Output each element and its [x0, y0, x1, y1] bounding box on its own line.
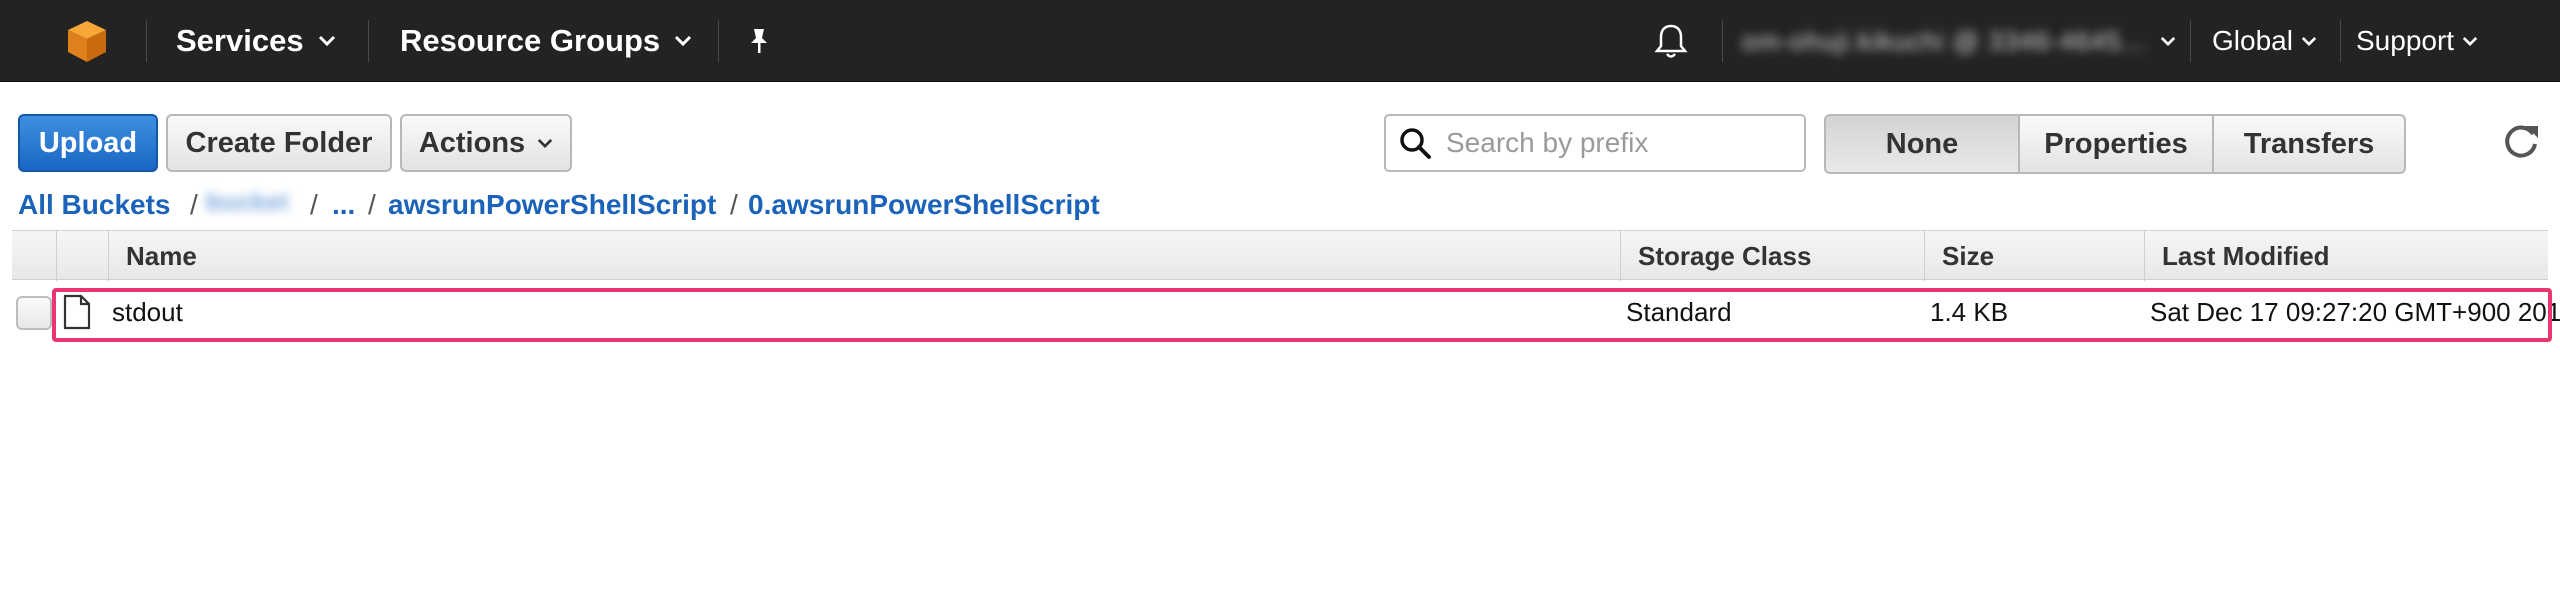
column-header-name[interactable]: Name	[126, 231, 197, 281]
account-menu[interactable]: om-ohuji.kikuchi @ 3346-4645...	[1742, 0, 2176, 82]
services-menu[interactable]: Services	[176, 0, 336, 82]
column-divider	[2144, 231, 2145, 281]
refresh-icon[interactable]	[2500, 120, 2542, 162]
chevron-down-icon	[675, 35, 692, 47]
breadcrumb-ellipsis[interactable]: ...	[332, 189, 355, 221]
column-divider	[56, 231, 57, 281]
account-label: om-ohuji.kikuchi @ 3346-4645...	[1742, 25, 2147, 56]
tab-none[interactable]: None	[1824, 114, 2020, 174]
aws-cube-logo-icon[interactable]	[64, 18, 110, 64]
tab-transfers[interactable]: Transfers	[2212, 114, 2406, 174]
column-divider	[108, 231, 109, 281]
actions-label: Actions	[418, 126, 526, 159]
pin-icon[interactable]	[744, 26, 774, 56]
services-label: Services	[176, 23, 304, 58]
support-menu[interactable]: Support	[2356, 0, 2478, 82]
breadcrumb-bucket[interactable]: bucket	[206, 189, 289, 217]
nav-divider	[2190, 20, 2191, 62]
nav-divider	[1722, 20, 1723, 62]
support-label: Support	[2356, 25, 2455, 56]
breadcrumb-separator: /	[368, 189, 376, 220]
region-menu[interactable]: Global	[2212, 0, 2317, 82]
breadcrumb-all-buckets[interactable]: All Buckets	[18, 189, 171, 221]
column-divider	[1924, 231, 1925, 281]
nav-divider	[368, 20, 369, 62]
nav-divider	[718, 20, 719, 62]
breadcrumb-separator: /	[190, 189, 198, 220]
search-box	[1384, 114, 1806, 172]
chevron-down-icon	[318, 35, 335, 47]
tab-properties[interactable]: Properties	[2018, 114, 2214, 174]
breadcrumb-folder[interactable]: awsrunPowerShellScript	[388, 189, 716, 221]
create-folder-button[interactable]: Create Folder	[166, 114, 392, 172]
column-header-size[interactable]: Size	[1942, 231, 1994, 281]
actions-button[interactable]: Actions	[400, 114, 572, 172]
resource-groups-menu[interactable]: Resource Groups	[400, 0, 692, 82]
nav-divider	[146, 20, 147, 62]
row-highlight-annotation	[52, 288, 2552, 342]
upload-button[interactable]: Upload	[18, 114, 158, 172]
chevron-down-icon	[2161, 36, 2176, 46]
table-header: Name Storage Class Size Last Modified	[12, 230, 2548, 281]
breadcrumb-subfolder[interactable]: 0.awsrunPowerShellScript	[748, 189, 1100, 221]
column-header-last-modified[interactable]: Last Modified	[2162, 231, 2330, 281]
chevron-down-icon	[538, 138, 553, 148]
chevron-down-icon	[2462, 36, 2478, 46]
resource-groups-label: Resource Groups	[400, 23, 661, 58]
bell-icon[interactable]	[1654, 22, 1688, 60]
breadcrumb-separator: /	[730, 189, 738, 220]
column-divider	[1620, 231, 1621, 281]
search-input[interactable]	[1446, 127, 1786, 159]
top-nav: Services Resource Groups om-ohuji.kikuch…	[0, 0, 2560, 82]
breadcrumb-separator: /	[310, 189, 318, 220]
column-header-storage-class[interactable]: Storage Class	[1638, 231, 1811, 281]
chevron-down-icon	[2301, 36, 2317, 46]
nav-divider	[2340, 20, 2341, 62]
search-icon	[1400, 128, 1431, 159]
region-label: Global	[2212, 25, 2293, 56]
